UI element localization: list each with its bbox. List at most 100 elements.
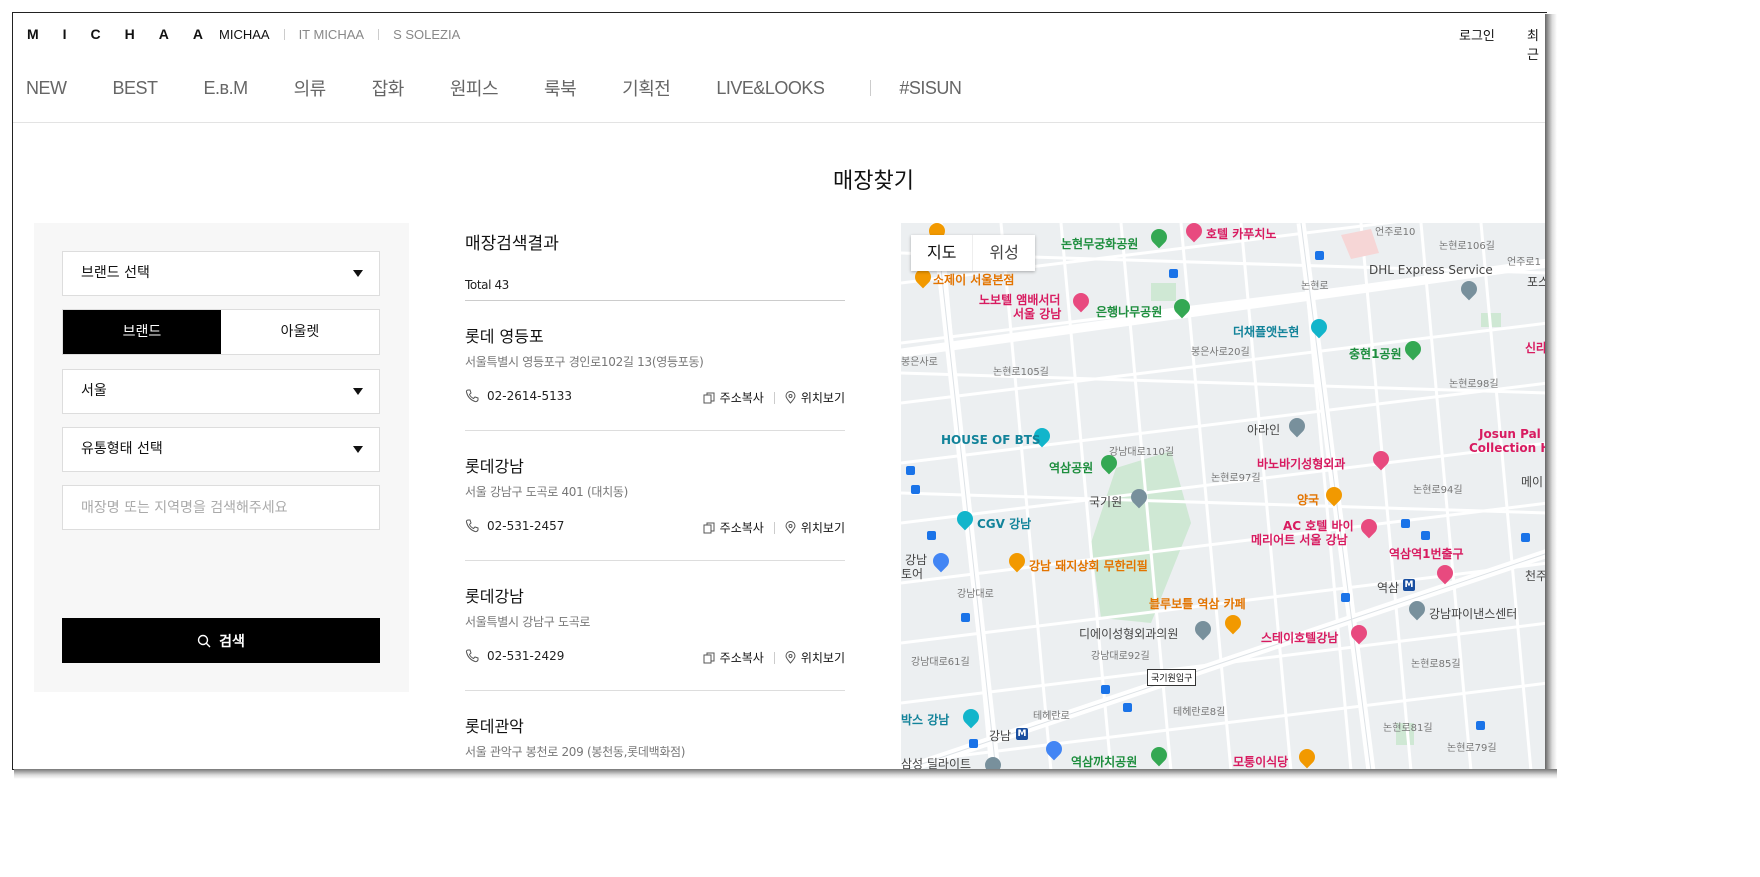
map-tab-satellite[interactable]: 위성 [973, 235, 1034, 271]
copy-address-label: 주소복사 [719, 391, 764, 405]
bus-stop-icon[interactable] [906, 466, 915, 475]
login-link[interactable]: 로그인 [1459, 25, 1495, 44]
nav-new[interactable]: NEW [26, 78, 67, 99]
nav-ebm[interactable]: E.в.M [204, 78, 249, 99]
window-shadow [1545, 14, 1557, 774]
copy-address-button[interactable]: 주소복사 [703, 389, 764, 406]
toggle-brand[interactable]: 브랜드 [63, 310, 221, 354]
bus-stop-icon[interactable] [1169, 269, 1178, 278]
map-tab-map[interactable]: 지도 [911, 235, 974, 271]
toggle-outlet[interactable]: 아울렛 [221, 310, 379, 354]
bus-stop-icon[interactable] [927, 531, 936, 540]
store-address: 서울특별시 영등포구 경인로102길 13(영등포동) [465, 355, 704, 369]
search-button[interactable]: 검색 [62, 618, 380, 663]
store-name: 롯데강남 [465, 457, 524, 476]
map-label: 신라 [1525, 341, 1547, 355]
store-results: 매장검색결과 Total 43 롯데 영등포 서울특별시 영등포구 경인로102… [465, 223, 845, 769]
window-shadow [14, 769, 1557, 779]
bus-stop-icon[interactable] [1315, 251, 1324, 260]
view-location-button[interactable]: 위치보기 [785, 519, 845, 536]
bus-stop-icon[interactable] [969, 739, 978, 748]
store-item[interactable]: 롯데강남 서울 강남구 도곡로 401 (대치동) 02-531-2457 주소… [465, 431, 845, 561]
search-icon [197, 634, 211, 647]
map-label: 역삼공원 [1049, 461, 1094, 475]
nav-promotion[interactable]: 기획전 [622, 75, 671, 101]
brand-select[interactable]: 브랜드 선택 [62, 251, 380, 296]
nav-clothing[interactable]: 의류 [294, 75, 327, 101]
brand-link-michaa[interactable]: MICHAA [219, 27, 270, 42]
bus-stop-icon[interactable] [911, 485, 920, 494]
distribution-type-value: 유통형태 선택 [81, 441, 163, 457]
store-phone[interactable]: 02-531-2429 [465, 649, 564, 663]
distribution-type-select[interactable]: 유통형태 선택 [62, 427, 380, 472]
site-logo[interactable]: MICHAA [27, 26, 227, 42]
map-label: 더채플앳논현 [1233, 325, 1300, 339]
map-label: 메리어트 서울 강남 [1251, 533, 1348, 547]
store-map[interactable]: 지도 위성 M M 논현무궁화공원 호텔 카푸치노 소제이 서울본점 노보텔 앰… [901, 223, 1547, 770]
map-label: 양국 [1297, 493, 1320, 507]
divider [283, 29, 285, 40]
map-label: 삼성 딜라이트 [901, 757, 972, 770]
store-phone-number: 02-531-2457 [487, 519, 565, 533]
brand-link-s-solezia[interactable]: S SOLEZIA [393, 27, 460, 42]
copy-address-label: 주소복사 [719, 521, 764, 535]
map-label: 강남파이낸스센터 [1429, 607, 1518, 621]
subway-icon[interactable]: M [1016, 728, 1028, 740]
phone-icon [465, 649, 479, 663]
nav-lookbook[interactable]: 룩북 [544, 75, 577, 101]
copy-icon [703, 652, 715, 663]
store-address: 서울특별시 강남구 도곡로 [465, 615, 591, 629]
map-label: 모퉁이식당 [1233, 755, 1289, 769]
view-location-button[interactable]: 위치보기 [785, 389, 845, 406]
copy-icon [703, 522, 715, 533]
bus-stop-icon[interactable] [1341, 593, 1350, 602]
map-label: 테헤란로 [1033, 711, 1070, 722]
nav-onepiece[interactable]: 원피스 [450, 75, 499, 101]
page-title: 매장찾기 [833, 169, 914, 194]
map-label: 국기원입구 [1147, 669, 1197, 686]
nav-accessories[interactable]: 잡화 [372, 75, 405, 101]
bus-stop-icon[interactable] [1123, 703, 1132, 712]
map-label: 강남 돼지상회 무한리필 [1029, 559, 1148, 573]
copy-address-button[interactable]: 주소복사 [703, 649, 764, 666]
nav-live-looks[interactable]: LIVE&LOOKS [716, 78, 825, 99]
bus-stop-icon[interactable] [1101, 685, 1110, 694]
store-address: 서울 관악구 봉천로 209 (봉천동,롯데백화점) [465, 745, 686, 759]
recent-link[interactable]: 최근 [1527, 25, 1547, 63]
map-label: 국기원 [1089, 495, 1123, 509]
store-name: 롯데관악 [465, 717, 524, 736]
nav-sisun[interactable]: #SISUN [899, 78, 962, 99]
store-item[interactable]: 롯데강남 서울특별시 강남구 도곡로 02-531-2429 주소복사 위치보기 [465, 561, 845, 691]
store-phone[interactable]: 02-2614-5133 [465, 389, 572, 403]
store-item[interactable]: 롯데관악 서울 관악구 봉천로 209 (봉천동,롯데백화점) [465, 691, 845, 769]
store-search-input[interactable] [62, 485, 380, 530]
copy-address-button[interactable]: 주소복사 [703, 519, 764, 536]
divider [773, 651, 775, 664]
map-label: CGV 강남 [977, 517, 1032, 531]
map-label: 은행나무공원 [1096, 305, 1163, 319]
map-label: 토어 [901, 567, 924, 581]
bus-stop-icon[interactable] [1421, 531, 1430, 540]
region-select[interactable]: 서울 [62, 369, 380, 414]
store-phone-number: 02-531-2429 [487, 649, 565, 663]
copy-address-label: 주소복사 [719, 651, 764, 665]
divider [378, 29, 380, 40]
map-label: HOUSE OF BTS [941, 433, 1041, 447]
bus-stop-icon[interactable] [1401, 519, 1410, 528]
map-label: Josun Pal [1479, 427, 1541, 441]
map-label: 강남대로110길 [1109, 447, 1175, 458]
bus-stop-icon[interactable] [961, 613, 970, 622]
store-item[interactable]: 롯데 영등포 서울특별시 영등포구 경인로102길 13(영등포동) 02-26… [465, 301, 845, 431]
nav-best[interactable]: BEST [113, 78, 159, 99]
bus-stop-icon[interactable] [1476, 721, 1485, 730]
location-pin-icon [785, 521, 796, 534]
subway-icon[interactable]: M [1403, 579, 1415, 591]
store-actions: 주소복사 위치보기 [703, 519, 845, 536]
brand-link-it-michaa[interactable]: IT MICHAA [299, 27, 365, 42]
map-label: 논현로98길 [1449, 379, 1499, 390]
map-label: 역삼 [1377, 581, 1400, 595]
store-phone[interactable]: 02-531-2457 [465, 519, 564, 533]
store-name: 롯데강남 [465, 587, 524, 606]
view-location-button[interactable]: 위치보기 [785, 649, 845, 666]
bus-stop-icon[interactable] [1521, 533, 1530, 542]
